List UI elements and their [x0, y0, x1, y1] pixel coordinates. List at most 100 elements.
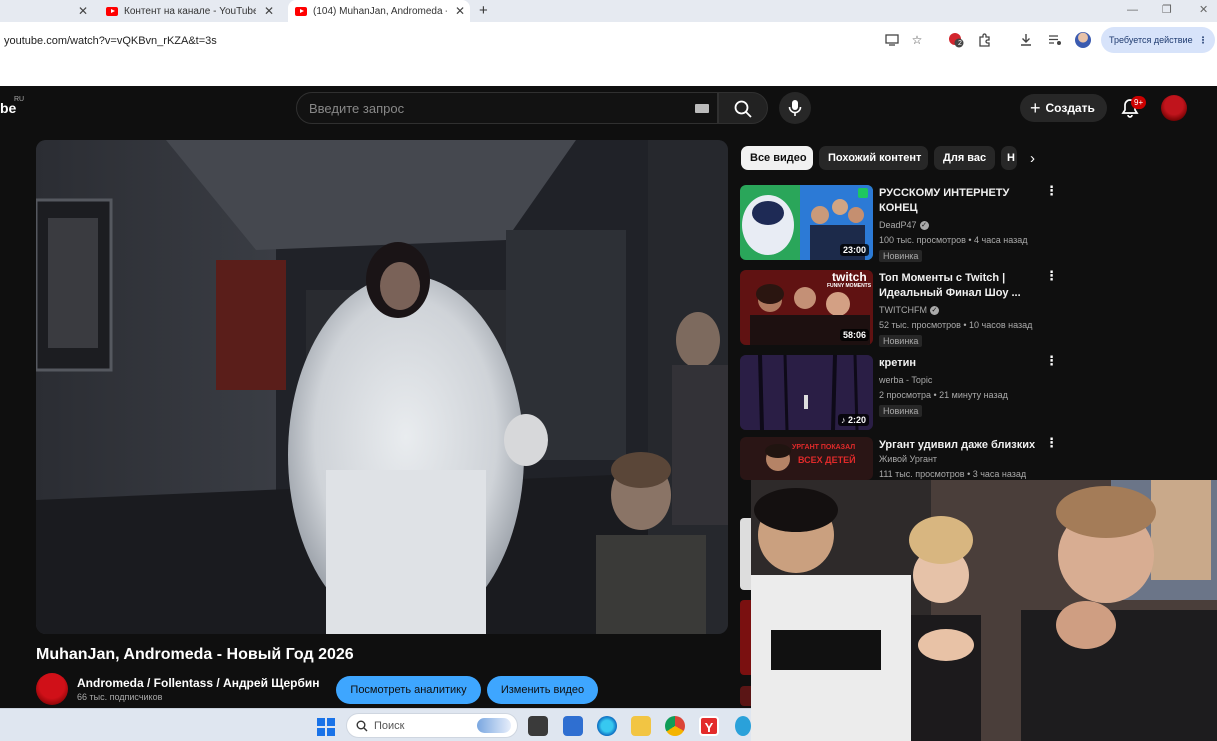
extensions-puzzle-icon[interactable]: [977, 32, 993, 48]
browser-content-top: [0, 58, 1217, 86]
taskbar-search-input[interactable]: Поиск: [346, 713, 518, 738]
store-icon[interactable]: [563, 716, 583, 736]
search-icon: [356, 720, 368, 732]
minimize-button[interactable]: —: [1127, 0, 1138, 22]
duration-label: ♪ 2:20: [837, 414, 869, 426]
os-taskbar: Поиск Y: [0, 708, 751, 741]
task-view-icon[interactable]: [528, 716, 548, 736]
recommendation-title[interactable]: Топ Моменты с Twitch | Идеальный Финал Ш…: [879, 271, 1039, 301]
more-options-icon[interactable]: ⋮: [1045, 184, 1058, 197]
video-thumbnail[interactable]: twitch FUNNY MOMENTS 58:06: [740, 270, 873, 345]
tab-close-icon[interactable]: ✕: [455, 4, 465, 18]
recommendation-channel[interactable]: Живой Ургант: [879, 454, 937, 464]
taskbar-search-label: Поиск: [374, 719, 405, 732]
create-label: Создать: [1045, 101, 1095, 115]
profile-avatar-icon[interactable]: [1075, 32, 1091, 48]
account-avatar[interactable]: [1161, 95, 1187, 121]
webcam-image: [751, 480, 1217, 741]
list-item[interactable]: twitch FUNNY MOMENTS 58:06 Топ Моменты с…: [740, 269, 1060, 347]
video-thumbnail[interactable]: УРГАНТ ПОКАЗАЛ ВСЕХ ДЕТЕЙ: [740, 437, 873, 480]
notifications-badge: 9+: [1131, 96, 1147, 109]
list-item[interactable]: 23:00 РУССКОМУ ИНТЕРНЕТУ КОНЕЦ DeadP47 ✓ …: [740, 184, 1060, 262]
tab-channel-content[interactable]: Контент на канале - YouTube S ✕: [106, 0, 282, 22]
url-field[interactable]: youtube.com/watch?v=vQKBvn_rKZA&t=3s: [4, 22, 217, 58]
video-frame: [36, 140, 728, 634]
tab-title: (104) MuhanJan, Andromeda - Н: [313, 5, 447, 17]
channel-name[interactable]: Andromeda / Follentass / Андрей Щербин: [77, 676, 320, 690]
recommendation-title[interactable]: кретин: [879, 356, 1039, 371]
video-title: MuhanJan, Andromeda - Новый Год 2026: [36, 646, 354, 663]
keyboard-icon[interactable]: [695, 104, 709, 113]
new-badge: Новинка: [879, 335, 923, 347]
tab-title: Контент на канале - YouTube S: [124, 5, 256, 17]
thumbnail-text: FUNNY MOMENTS: [827, 283, 872, 289]
channel-avatar[interactable]: [36, 673, 68, 705]
search-icon: [734, 100, 752, 118]
duration-label: 23:00: [839, 244, 869, 256]
search-button[interactable]: [718, 92, 768, 124]
more-options-icon[interactable]: ⋮: [1045, 269, 1058, 282]
verified-check-icon: ✓: [919, 221, 929, 231]
screen: ✕ Контент на канале - YouTube S ✕ (104) …: [0, 0, 1217, 741]
view-analytics-button[interactable]: Посмотреть аналитику: [336, 676, 481, 704]
video-thumbnail[interactable]: ♪ 2:20: [740, 355, 873, 430]
restore-button[interactable]: ❐: [1162, 0, 1172, 22]
thumbnail-text: twitch: [832, 270, 867, 284]
list-item[interactable]: ♪ 2:20 кретин werba - Topic 2 просмотра …: [740, 354, 1060, 431]
search-input[interactable]: [309, 93, 679, 123]
youtube-favicon-icon: [295, 6, 307, 16]
youtube-favicon-icon: [106, 6, 118, 16]
edit-video-button[interactable]: Изменить видео: [487, 676, 598, 704]
video-thumbnail[interactable]: 23:00: [740, 185, 873, 260]
recommendation-channel: DeadP47 ✓: [879, 220, 929, 231]
address-bar: youtube.com/watch?v=vQKBvn_rKZA&t=3s ☆ 2: [0, 22, 1217, 58]
more-options-icon[interactable]: ⋮: [1045, 354, 1058, 367]
microphone-icon: [788, 100, 802, 116]
window-close-button[interactable]: ✕: [1199, 0, 1208, 22]
action-required-button[interactable]: Требуется действие ⋮: [1101, 27, 1215, 53]
subscriber-count: 66 тыс. подписчиков: [77, 692, 163, 702]
windows-start-icon[interactable]: [317, 718, 335, 736]
chip-for-you[interactable]: Для вас: [934, 146, 995, 170]
recommendation-meta: 2 просмотра • 21 минуту назад: [879, 390, 1008, 400]
first-tab-close-button[interactable]: ✕: [78, 0, 88, 22]
recommendation-meta: 100 тыс. просмотров • 4 часа назад: [879, 235, 1028, 245]
plus-icon: +: [1030, 97, 1041, 118]
duration-label: 58:06: [839, 329, 869, 341]
search-box: [296, 92, 718, 124]
webcam-overlay: [751, 480, 1217, 741]
more-options-icon[interactable]: ⋮: [1045, 436, 1058, 449]
recommendation-channel[interactable]: werba - Topic: [879, 375, 932, 385]
downloads-icon[interactable]: [1018, 32, 1034, 48]
yandex-browser-icon[interactable]: Y: [699, 716, 719, 736]
thumbnail-text: ВСЕХ ДЕТЕЙ: [798, 455, 856, 465]
browser-menu-icon[interactable]: ⋮: [1199, 35, 1208, 46]
search-highlight-icon: [477, 718, 511, 733]
recommendation-title[interactable]: Ургант удивил даже близких: [879, 438, 1039, 453]
recommendation-meta: 111 тыс. просмотров • 3 часа назад: [879, 469, 1027, 479]
new-tab-button[interactable]: +: [479, 0, 488, 22]
media-queue-icon[interactable]: [1047, 32, 1063, 48]
recommendation-title[interactable]: РУССКОМУ ИНТЕРНЕТУ КОНЕЦ: [879, 186, 1039, 216]
create-button[interactable]: + Создать: [1020, 94, 1107, 122]
chip-more[interactable]: Н: [1001, 146, 1017, 170]
youtube-region-label: RU: [14, 96, 25, 103]
video-player[interactable]: [36, 140, 728, 634]
tab-current-video[interactable]: (104) MuhanJan, Andromeda - Н ✕: [288, 0, 470, 22]
edge-browser-icon[interactable]: [597, 716, 617, 736]
bookmark-star-icon[interactable]: ☆: [909, 32, 925, 48]
verified-check-icon: ✓: [929, 306, 939, 316]
telegram-icon[interactable]: [735, 716, 751, 736]
chip-all-videos[interactable]: Все видео: [741, 146, 813, 170]
voice-search-button[interactable]: [779, 92, 811, 124]
install-app-icon[interactable]: [884, 32, 900, 48]
new-badge: Новинка: [879, 250, 923, 262]
tab-close-icon[interactable]: ✕: [264, 4, 274, 18]
chip-related[interactable]: Похожий контент: [819, 146, 928, 170]
action-required-label: Требуется действие: [1109, 35, 1193, 45]
chevron-right-icon[interactable]: ›: [1030, 150, 1035, 167]
new-badge: Новинка: [879, 405, 923, 417]
file-explorer-icon[interactable]: [631, 716, 651, 736]
chrome-icon[interactable]: [665, 716, 685, 736]
recommendation-channel: TWITCHFM ✓: [879, 305, 939, 316]
